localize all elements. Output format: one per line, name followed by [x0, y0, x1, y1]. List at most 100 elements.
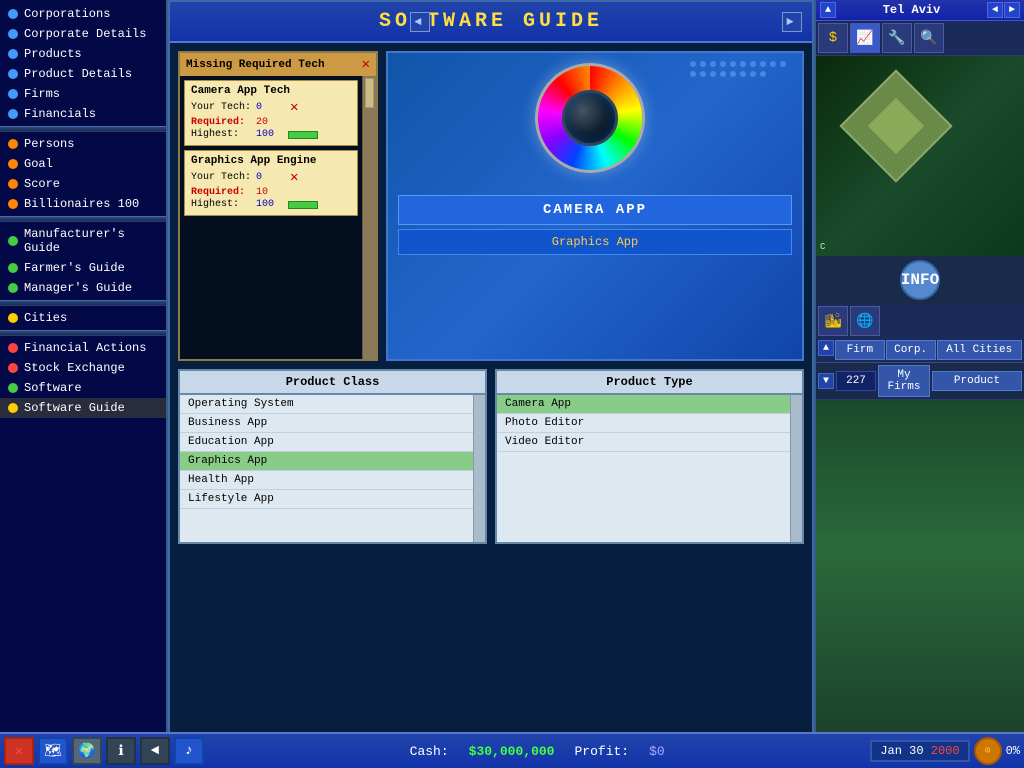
- chart-icon[interactable]: 📈: [850, 23, 880, 53]
- dot-icon: [8, 403, 18, 413]
- info-ctrl-button[interactable]: ℹ: [106, 737, 136, 765]
- sidebar-item-product-details[interactable]: Product Details: [0, 64, 166, 84]
- highest-value-2: 100: [256, 199, 286, 210]
- cash-display: Cash: $30,000,000 Profit: $0: [208, 744, 866, 759]
- music-button[interactable]: ♪: [174, 737, 204, 765]
- type-row-camera[interactable]: Camera App: [497, 395, 790, 414]
- wrench-icon[interactable]: 🔧: [882, 23, 912, 53]
- sidebar-item-persons[interactable]: Persons: [0, 134, 166, 154]
- firm-button[interactable]: Firm: [835, 340, 885, 360]
- tech-scroll-area: Camera App Tech Your Tech: 0 ✕ Required:…: [180, 76, 362, 359]
- tech-scrollbar[interactable]: [362, 76, 376, 359]
- nav-left-button[interactable]: ◄: [410, 12, 430, 32]
- sidebar-item-financials[interactable]: Financials: [0, 104, 166, 124]
- globe-icon[interactable]: 🌐: [850, 306, 880, 336]
- sidebar-item-manufacturer-guide[interactable]: Manufacturer's Guide: [0, 224, 166, 258]
- exit-button[interactable]: ✕: [4, 737, 34, 765]
- tech-close-button[interactable]: ✕: [362, 56, 370, 73]
- top-row: Missing Required Tech ✕ Camera App Tech …: [178, 51, 804, 361]
- tech-item-name-2: Graphics App Engine: [191, 155, 351, 167]
- table-inner-type: Camera App Photo Editor Video Editor: [497, 395, 802, 542]
- sidebar-divider-4: [0, 330, 166, 336]
- class-table-scrollbar[interactable]: [473, 395, 485, 542]
- search-icon[interactable]: 🔍: [914, 23, 944, 53]
- camera-app-icon: [535, 63, 645, 173]
- sidebar-item-cities[interactable]: Cities: [0, 308, 166, 328]
- sidebar-item-billionaires[interactable]: Billionaires 100: [0, 194, 166, 214]
- sidebar-item-farmer-guide[interactable]: Farmer's Guide: [0, 258, 166, 278]
- sidebar-divider-2: [0, 216, 166, 222]
- type-table-scrollbar[interactable]: [790, 395, 802, 542]
- main-content-panel: ◄ SOFTWARE GUIDE ► Missing Required Tech…: [168, 0, 814, 768]
- dot-icon: [8, 283, 18, 293]
- firm-count-row: ▼ 227 My Firms Product: [816, 363, 1024, 400]
- sidebar-item-goal[interactable]: Goal: [0, 154, 166, 174]
- tech-required-row: Required: 20: [191, 117, 351, 128]
- sidebar-item-software[interactable]: Software: [0, 378, 166, 398]
- tech-requirements-panel: Missing Required Tech ✕ Camera App Tech …: [178, 51, 378, 361]
- required-label: Required:: [191, 117, 256, 128]
- required-value: 20: [256, 117, 286, 128]
- info-button[interactable]: INFO: [900, 260, 940, 300]
- tech-bar-2: [288, 201, 318, 209]
- class-row-graphics[interactable]: Graphics App: [180, 452, 473, 471]
- dot-icon: [8, 9, 18, 19]
- required-value-2: 10: [256, 187, 286, 198]
- sidebar-item-financial-actions[interactable]: Financial Actions: [0, 338, 166, 358]
- progress-circle-button[interactable]: ⊙: [974, 737, 1002, 765]
- your-tech-label: Your Tech:: [191, 102, 256, 113]
- product-button[interactable]: Product: [932, 371, 1022, 391]
- progress-percent: 0%: [1006, 744, 1020, 758]
- your-tech-value: 0: [256, 102, 286, 113]
- my-firms-button[interactable]: My Firms: [878, 365, 930, 397]
- money-icon[interactable]: $: [818, 23, 848, 53]
- class-row-lifestyle[interactable]: Lifestyle App: [180, 490, 473, 509]
- globe-ctrl-button[interactable]: 🌍: [72, 737, 102, 765]
- corp-button[interactable]: Corp.: [886, 340, 936, 360]
- map-nav-right[interactable]: ►: [1004, 2, 1020, 18]
- scroll-thumb: [365, 78, 374, 108]
- dot-icon: [8, 383, 18, 393]
- mini-map[interactable]: C: [816, 56, 1024, 256]
- sidebar-item-corporate-details[interactable]: Corporate Details: [0, 24, 166, 44]
- sidebar-item-firms[interactable]: Firms: [0, 84, 166, 104]
- cash-value: $30,000,000: [469, 744, 555, 759]
- info-btn-area: INFO: [816, 256, 1024, 304]
- sidebar-item-software-guide[interactable]: Software Guide: [0, 398, 166, 418]
- sidebar-item-manager-guide[interactable]: Manager's Guide: [0, 278, 166, 298]
- dot-icon: [8, 236, 18, 246]
- firm-down-arrow[interactable]: ▼: [818, 373, 834, 389]
- sidebar-item-stock-exchange[interactable]: Stock Exchange: [0, 358, 166, 378]
- tech-your-tech-row-2: Your Tech: 0 ✕: [191, 169, 351, 186]
- sidebar-item-products[interactable]: Products: [0, 44, 166, 64]
- sidebar-divider-3: [0, 300, 166, 306]
- tech-your-tech-row: Your Tech: 0 ✕: [191, 99, 351, 116]
- x-mark-icon-2: ✕: [290, 169, 298, 186]
- game-map-view: +: [816, 400, 1024, 768]
- map-button[interactable]: 🗺: [38, 737, 68, 765]
- class-row-os[interactable]: Operating System: [180, 395, 473, 414]
- class-row-business[interactable]: Business App: [180, 414, 473, 433]
- sidebar-item-score[interactable]: Score: [0, 174, 166, 194]
- class-row-health[interactable]: Health App: [180, 471, 473, 490]
- product-class-body: Operating System Business App Education …: [180, 395, 473, 542]
- product-type-header: Product Type: [497, 371, 802, 395]
- nav-right-button[interactable]: ►: [782, 12, 802, 32]
- firm-up-arrow[interactable]: ▲: [818, 340, 834, 356]
- map-nav-left[interactable]: ◄: [987, 2, 1003, 18]
- type-row-video[interactable]: Video Editor: [497, 433, 790, 452]
- city-icon[interactable]: 🏙: [818, 306, 848, 336]
- sidebar-item-corporations[interactable]: Corporations: [0, 4, 166, 24]
- year-text: 2000: [931, 744, 960, 758]
- class-row-education[interactable]: Education App: [180, 433, 473, 452]
- profit-value: $0: [649, 744, 665, 759]
- required-label-2: Required:: [191, 187, 256, 198]
- type-row-photo[interactable]: Photo Editor: [497, 414, 790, 433]
- tech-highest-row: Highest: 100: [191, 129, 351, 140]
- map-nav-up[interactable]: ▲: [820, 2, 836, 18]
- back-button[interactable]: ◄: [140, 737, 170, 765]
- tech-title-label: Missing Required Tech: [186, 59, 325, 71]
- tech-required-row-2: Required: 10: [191, 187, 351, 198]
- highest-label: Highest:: [191, 129, 256, 140]
- all-cities-button[interactable]: All Cities: [937, 340, 1023, 360]
